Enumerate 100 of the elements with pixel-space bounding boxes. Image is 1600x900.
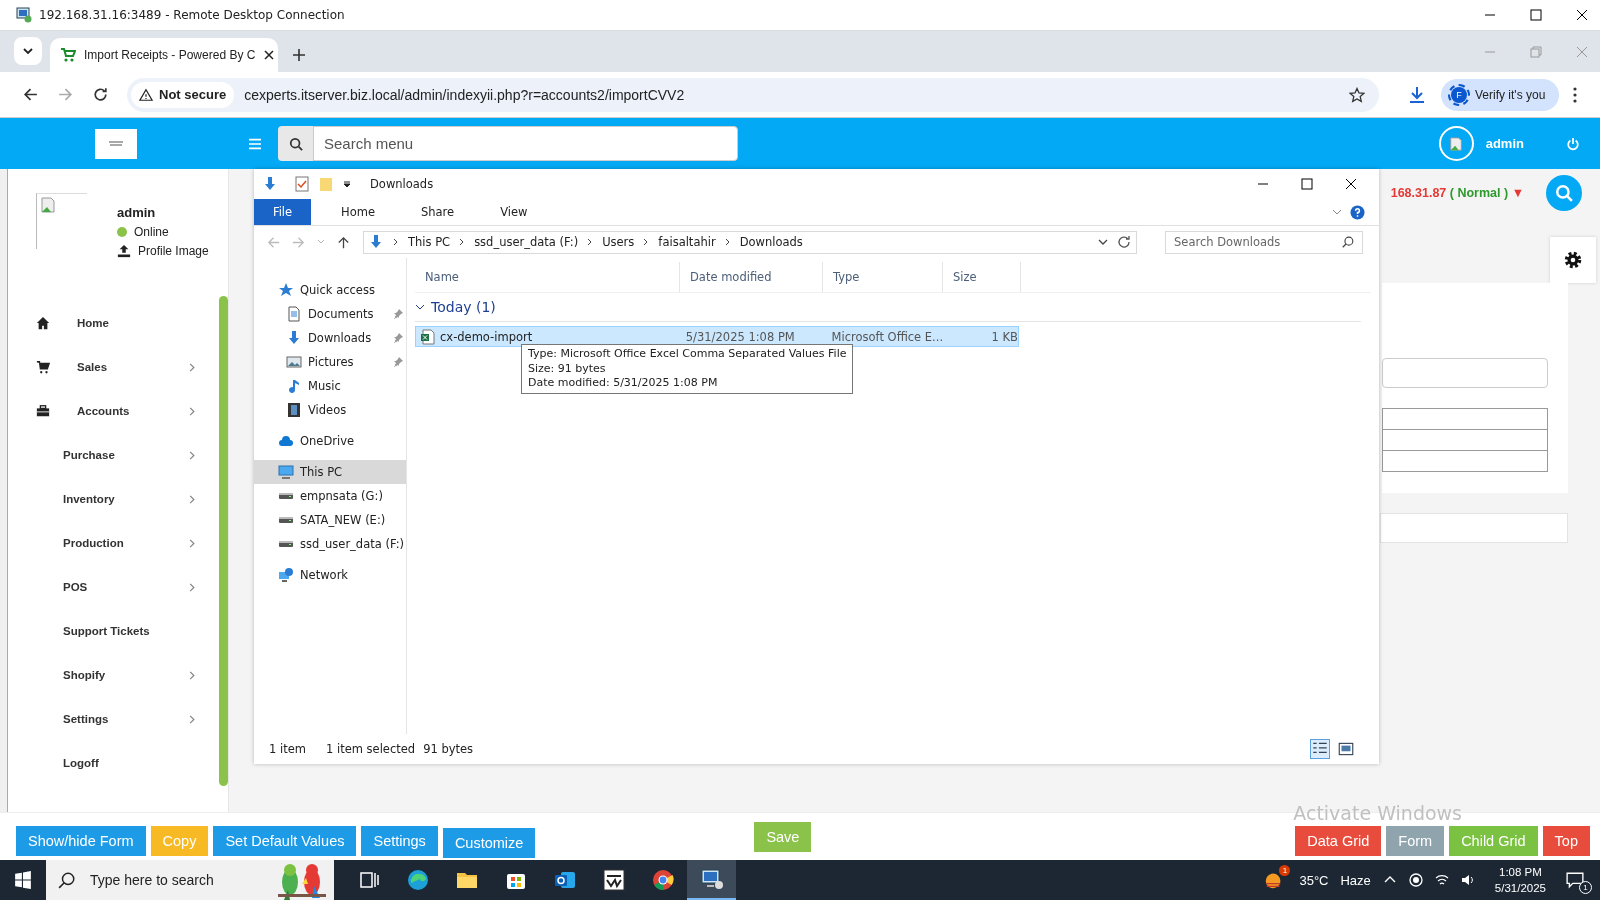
navigation-item[interactable]: empnsata (G:) bbox=[254, 484, 406, 508]
wifi-icon[interactable] bbox=[1434, 873, 1449, 887]
broken-image-icon bbox=[1449, 136, 1464, 151]
profile-button[interactable]: F Verify it's you bbox=[1441, 78, 1560, 111]
column-header[interactable]: Type bbox=[823, 262, 943, 292]
up-arrow-icon[interactable] bbox=[336, 234, 351, 250]
breadcrumb[interactable]: This PC bbox=[408, 235, 451, 249]
remote-desktop-icon bbox=[699, 867, 724, 891]
sidebar-item[interactable]: Production bbox=[8, 521, 208, 565]
menu-label: Sales bbox=[77, 361, 108, 373]
navigation-item[interactable]: Network bbox=[254, 563, 406, 587]
sidebar-item[interactable]: POS bbox=[8, 565, 208, 609]
menu-label: Accounts bbox=[77, 405, 130, 417]
bookmark-star-icon[interactable] bbox=[1349, 86, 1365, 103]
status-text: 1 item bbox=[269, 742, 306, 756]
close-icon[interactable] bbox=[1345, 178, 1357, 190]
record-icon[interactable] bbox=[1408, 873, 1423, 887]
thumbnail-view-icon[interactable] bbox=[1337, 740, 1355, 758]
navigation-item[interactable]: This PC bbox=[254, 460, 406, 484]
security-chip[interactable]: Not secure bbox=[131, 81, 235, 108]
sidebar-item[interactable]: Support Tickets bbox=[8, 609, 208, 653]
navigation-item[interactable]: ssd_user_data (F:) bbox=[254, 532, 406, 556]
sidebar-item[interactable]: Logoff bbox=[8, 741, 208, 785]
clock[interactable]: 1:08 PM 5/31/2025 bbox=[1494, 864, 1546, 896]
navigation-item[interactable]: OneDrive bbox=[254, 429, 406, 453]
ribbon-tab[interactable]: Home bbox=[325, 199, 391, 225]
column-header[interactable]: Date modified bbox=[680, 262, 823, 292]
drive-icon bbox=[278, 516, 294, 524]
chevron-down-icon[interactable] bbox=[1098, 237, 1108, 247]
warning-icon bbox=[139, 87, 153, 102]
breadcrumb[interactable]: faisaltahir bbox=[658, 235, 716, 249]
maximize-icon[interactable] bbox=[1301, 178, 1313, 190]
notifications-button[interactable]: 1 bbox=[1566, 868, 1590, 892]
menu-label: Home bbox=[77, 317, 109, 329]
close-icon[interactable] bbox=[1576, 9, 1588, 21]
breadcrumb[interactable]: Downloads bbox=[739, 235, 803, 249]
profile-image-link[interactable]: Profile Image bbox=[138, 244, 209, 258]
sidebar-item[interactable]: Settings bbox=[8, 697, 208, 741]
volume-icon[interactable] bbox=[1460, 873, 1475, 887]
power-icon[interactable] bbox=[1566, 136, 1580, 151]
music-note-icon bbox=[286, 378, 302, 394]
sidebar-item[interactable]: Inventory bbox=[8, 477, 208, 521]
dropdown-icon[interactable] bbox=[342, 179, 352, 189]
breadcrumb[interactable]: ssd_user_data (F:) bbox=[474, 235, 579, 249]
server-status: 168.31.87 ( Normal ) ▼ bbox=[1390, 186, 1524, 200]
maximize-icon[interactable] bbox=[1530, 9, 1542, 21]
new-tab-icon[interactable] bbox=[292, 48, 306, 62]
chevron-right-icon bbox=[723, 237, 732, 247]
avatar[interactable] bbox=[1438, 126, 1474, 161]
details-view-icon[interactable] bbox=[1311, 740, 1329, 758]
sidebar-item[interactable]: Home bbox=[8, 301, 208, 345]
back-icon[interactable] bbox=[22, 86, 39, 103]
file-row[interactable]: cx-demo-import 5/31/2025 1:08 PM Microsoft Office E... 1 KB bbox=[415, 326, 1019, 347]
search-button[interactable] bbox=[278, 126, 313, 161]
view-button[interactable]: Data Grid bbox=[1295, 826, 1382, 856]
user-name: admin bbox=[117, 205, 157, 220]
navigation-item[interactable]: SATA_NEW (E:) bbox=[254, 508, 406, 532]
navigation-item[interactable]: Quick access bbox=[254, 278, 406, 302]
taskbar-app[interactable] bbox=[687, 860, 736, 900]
download-icon[interactable] bbox=[1407, 84, 1427, 105]
help-icon[interactable] bbox=[1350, 205, 1365, 220]
search-field[interactable]: Search Downloads bbox=[1165, 230, 1363, 254]
ribbon-tab[interactable]: View bbox=[484, 199, 544, 225]
home-icon bbox=[36, 316, 50, 330]
address-field[interactable]: This PC ssd_user_data (F:) Users faisaltahir Downloads bbox=[363, 230, 1137, 254]
sidebar-item[interactable]: Shopify bbox=[8, 653, 208, 697]
navigation-item[interactable]: Documents bbox=[254, 302, 406, 326]
menu-icon[interactable] bbox=[248, 137, 262, 150]
view-button[interactable]: Top bbox=[1542, 826, 1590, 856]
weather-text: Haze bbox=[1340, 872, 1371, 888]
input-field[interactable] bbox=[1382, 358, 1548, 388]
navigation-item[interactable]: Pictures bbox=[254, 350, 406, 374]
column-header[interactable]: Name bbox=[415, 262, 680, 292]
navigation-item[interactable]: Downloads bbox=[254, 326, 406, 350]
column-header[interactable]: Size bbox=[943, 262, 1021, 292]
reload-icon[interactable] bbox=[92, 86, 109, 103]
sidebar-item[interactable]: Purchase bbox=[8, 433, 208, 477]
search-field[interactable]: Search menu bbox=[313, 126, 738, 161]
navigation-item[interactable]: Music bbox=[254, 374, 406, 398]
address-bar[interactable]: Not secure cexperts.itserver.biz.local/admin/indexyii.php?r=accounts2/importCVV2 bbox=[127, 77, 1379, 112]
sidebar-item[interactable]: Sales bbox=[8, 345, 208, 389]
refresh-icon[interactable] bbox=[1116, 234, 1132, 250]
breadcrumb[interactable]: Users bbox=[602, 235, 635, 249]
viewer-app-icon bbox=[601, 868, 626, 892]
windows-start-icon[interactable] bbox=[14, 871, 32, 889]
scrollbar[interactable] bbox=[219, 296, 228, 786]
browser-tab[interactable]: Import Receipts - Powered By C bbox=[50, 38, 278, 72]
menu-label: Inventory bbox=[63, 493, 115, 505]
tab-list-button[interactable] bbox=[14, 37, 42, 65]
navigation-item[interactable]: Videos bbox=[254, 398, 406, 422]
url-text: cexperts.itserver.biz.local/admin/indexyii.php?r=accounts2/importCVV2 bbox=[244, 86, 686, 103]
file-name: cx-demo-import bbox=[440, 329, 533, 344]
ribbon-tab[interactable]: Share bbox=[404, 199, 471, 225]
checklist-icon[interactable] bbox=[294, 176, 310, 192]
settings-panel[interactable] bbox=[1550, 237, 1596, 283]
ribbon-tab[interactable]: File bbox=[254, 199, 311, 225]
close-icon[interactable] bbox=[263, 49, 276, 61]
more-menu-icon[interactable] bbox=[1573, 86, 1578, 103]
group-header[interactable]: Today (1) bbox=[415, 293, 1361, 322]
sidebar-item[interactable]: Accounts bbox=[8, 389, 208, 433]
